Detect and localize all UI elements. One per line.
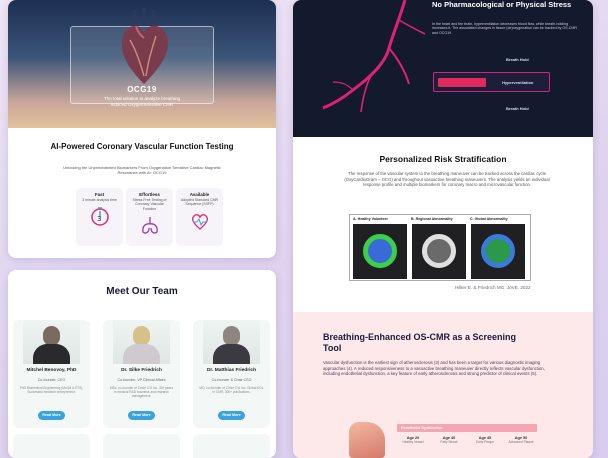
breath-hold-label: Breath Hold	[506, 57, 529, 62]
heart-illustration-icon	[121, 8, 168, 84]
stage-item: Age 50 Advanced Plaque	[503, 436, 539, 444]
feature-desc: 3 minute analysis time	[82, 198, 117, 202]
stress-section: No Pharmacological or Physical Stress In…	[293, 0, 593, 137]
hero-title: OCG19	[127, 85, 157, 94]
right-panel: No Pharmacological or Physical Stress In…	[293, 0, 593, 458]
member-bio: PhD Biomedical Engineering (McGill & ÉTS…	[19, 386, 84, 394]
read-more-button[interactable]: Read More	[128, 411, 155, 420]
stopwatch-icon: 3	[90, 207, 109, 227]
svg-text:3: 3	[97, 215, 101, 223]
hyperventilation-box: Hyperventilation	[433, 72, 550, 92]
stage-item: Age 40 Fatty Streak	[431, 436, 467, 444]
read-more-button[interactable]: Read More	[218, 411, 245, 420]
stage-item: Age 45 Early Plaque	[467, 436, 503, 444]
read-more-button[interactable]: Read More	[38, 411, 65, 420]
panel-label: C. Global Abnormality	[470, 217, 508, 221]
hero-subtitle: The total solution to analyze breathing …	[103, 96, 181, 107]
feature-effortless: Effortless Stress Free Testing of Corona…	[126, 188, 173, 246]
team-member: Dr. Matthias Friedrich Co-founder & Chai…	[193, 320, 270, 428]
stage-label: Early Plaque	[475, 440, 495, 444]
endothelial-bar: Endothelial Dysfunction	[397, 424, 537, 432]
risk-figure: A. Healthy Volunteer B. Regional Abnorma…	[349, 214, 531, 281]
team-member: Dr. Silke Friedrich Co-founder, VP Clini…	[103, 320, 180, 428]
stress-text: In the heart and the brain, hyperventila…	[432, 22, 577, 35]
team-heading: Meet Our Team	[106, 286, 178, 297]
member-name: Dr. Matthias Friedrich	[206, 368, 257, 373]
team-card: Meet Our Team Mitchel Benovoy, PhD Co-fo…	[8, 270, 276, 458]
feature-desc: Stress Free Testing of Coronary Vascular…	[132, 198, 167, 211]
team-member	[13, 434, 90, 458]
avatar	[23, 320, 80, 364]
team-member: Mitchel Benovoy, PhD Co-founder, CEO PhD…	[13, 320, 90, 428]
hyperventilation-label: Hyperventilation	[502, 80, 534, 85]
intro-heading: AI-Powered Coronary Vascular Function Te…	[50, 142, 234, 151]
feature-title: Effortless	[139, 192, 160, 197]
citation: Hillier E. & Friedrich MG. JoVE, 2022	[455, 285, 531, 290]
vessel-tree-icon	[322, 0, 426, 113]
stage-label: Advanced Plaque	[508, 440, 534, 444]
member-name: Mitchel Benovoy, PhD	[26, 368, 77, 373]
team-member	[103, 434, 180, 458]
feature-title: Available	[189, 192, 210, 197]
member-bio: MD, co-founder of Circle CVI Inc. Global…	[199, 386, 264, 394]
panel-label: B. Regional Abnormality	[411, 217, 453, 221]
member-role: Co-founder, CEO	[37, 378, 66, 382]
breath-hold-label: Breath Hold	[506, 106, 529, 111]
panel-label: A. Healthy Volunteer	[353, 217, 388, 221]
mri-image	[471, 224, 525, 279]
risk-section: Personalized Risk Stratification The res…	[293, 137, 593, 312]
feature-desc: Adopted Standard CMR Sequence (SSFP)	[180, 198, 219, 207]
stage-label: Fatty Streak	[440, 440, 458, 444]
product-card: OCG19 The total solution to analyze brea…	[8, 0, 276, 258]
stage-label: Healthy Vessel	[402, 440, 424, 444]
avatar	[113, 320, 170, 364]
screening-heading: Breathing-Enhanced OS-CMR as a Screening…	[323, 332, 517, 353]
intro-subheading: Unlocking the Unprecedented Biomarkers F…	[63, 165, 221, 175]
member-role: Co-founder, VP Clinical Affairs	[117, 378, 166, 382]
risk-text: The response of the vascular system to t…	[344, 171, 550, 188]
hero-banner: OCG19 The total solution to analyze brea…	[8, 0, 276, 128]
heart-illustration	[349, 422, 385, 458]
lungs-icon	[141, 217, 158, 234]
member-role: Co-founder & Chair CSO	[211, 378, 252, 382]
feature-available: Available Adopted Standard CMR Sequence …	[176, 188, 223, 246]
member-name: Dr. Silke Friedrich	[121, 368, 162, 373]
mri-image	[412, 224, 466, 279]
avatar	[203, 320, 260, 364]
feature-fast: Fast 3 minute analysis time 3	[76, 188, 123, 246]
screening-text: Vascular dysfunction is the earliest sig…	[323, 360, 545, 377]
risk-heading: Personalized Risk Stratification	[379, 154, 507, 164]
feature-title: Fast	[94, 192, 105, 197]
screening-section: Breathing-Enhanced OS-CMR as a Screening…	[293, 312, 593, 458]
team-member	[193, 434, 270, 458]
endothelial-label: Endothelial Dysfunction	[401, 425, 443, 430]
mri-image	[353, 224, 407, 279]
stress-title: No Pharmacological or Physical Stress	[432, 0, 572, 9]
waveform-bar	[438, 78, 486, 87]
stage-item: Age 20 Healthy Vessel	[395, 436, 431, 444]
member-bio: MSc, co-founder of Circle CVI Inc. 30+ y…	[109, 386, 174, 398]
heart-scan-icon	[191, 213, 208, 230]
